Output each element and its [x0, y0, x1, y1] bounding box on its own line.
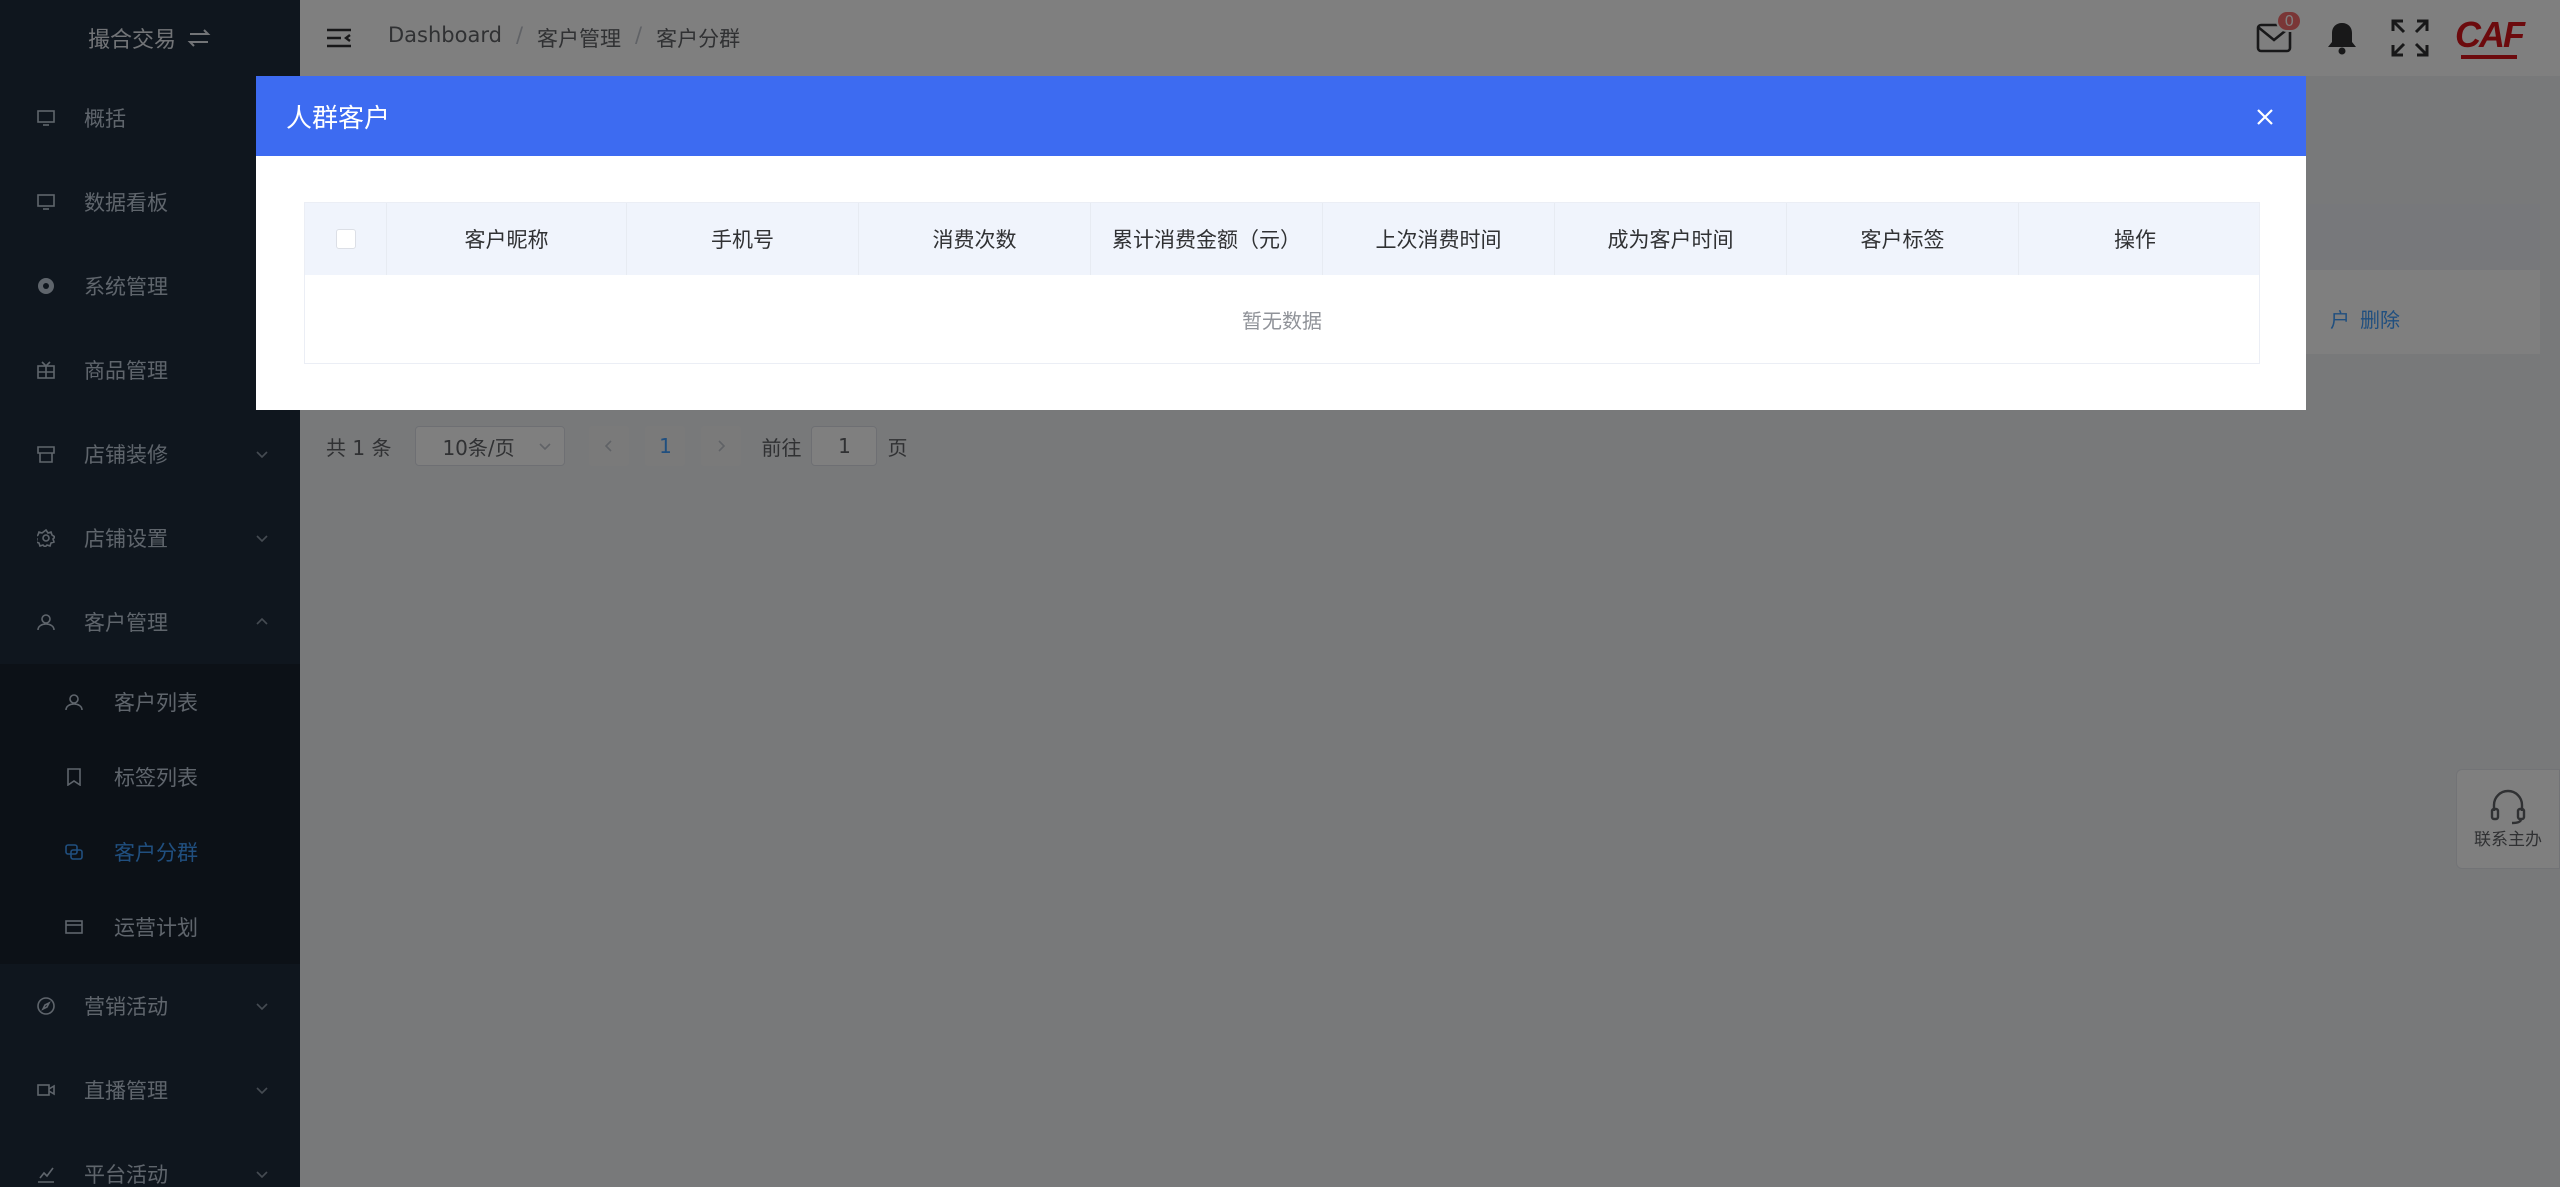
dialog-header: 人群客户 [256, 76, 2306, 156]
column-header: 手机号 [627, 203, 859, 275]
column-header: 操作 [2114, 228, 2156, 252]
customers-table: 客户昵称 手机号 消费次数 累计消费金额（元） 上次消费时间 成为客户时间 客户… [304, 202, 2260, 364]
column-header: 成为客户时间 [1555, 203, 1787, 275]
select-all-checkbox[interactable] [335, 229, 356, 249]
close-icon[interactable] [2254, 106, 2276, 128]
select-all-cell [305, 203, 387, 275]
crowd-customers-dialog: 人群客户 客户昵称 手机号 消费次数 累计消费金额（元） 上次消费时间 成为客户… [256, 76, 2306, 410]
column-header: 客户标签 [1787, 203, 2019, 275]
column-header: 上次消费时间 [1323, 203, 1555, 275]
dialog-title: 人群客户 [286, 103, 391, 134]
empty-state: 暂无数据 [305, 275, 2259, 363]
column-header: 累计消费金额（元） [1091, 203, 1323, 275]
table-header: 客户昵称 手机号 消费次数 累计消费金额（元） 上次消费时间 成为客户时间 客户… [305, 203, 2259, 275]
column-header: 消费次数 [859, 203, 1091, 275]
column-header: 客户昵称 [387, 203, 627, 275]
